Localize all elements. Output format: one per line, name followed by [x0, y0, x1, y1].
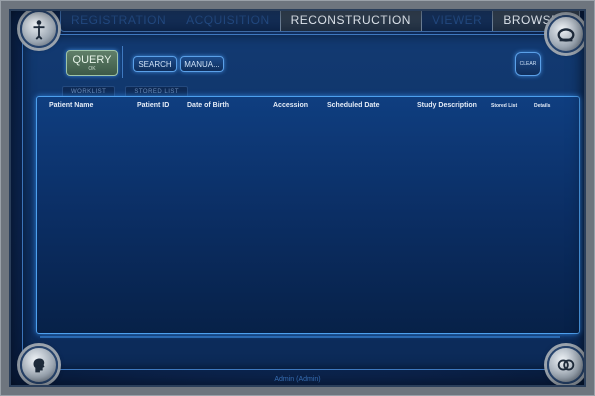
column-patient-name[interactable]: Patient Name — [49, 102, 93, 109]
manual-button[interactable]: MANUA... — [180, 56, 224, 72]
column-details[interactable]: Details — [534, 103, 550, 109]
patient-figure-icon — [33, 20, 45, 40]
column-date-of-birth[interactable]: Date of Birth — [187, 102, 229, 109]
column-patient-id[interactable]: Patient ID — [137, 102, 169, 109]
query-sublabel: OK — [88, 66, 96, 72]
top-navigation: REGISTRATION ACQUISITION RECONSTRUCTION … — [60, 8, 580, 32]
toolbar-divider — [122, 46, 123, 78]
app-window: REGISTRATION ACQUISITION RECONSTRUCTION … — [0, 0, 595, 396]
query-label: QUERY — [72, 54, 112, 66]
link-icon — [557, 359, 575, 371]
tab-reconstruction[interactable]: RECONSTRUCTION — [279, 9, 422, 31]
status-user: Admin (Admin) — [274, 376, 321, 383]
column-stored-list[interactable]: Stored List — [491, 103, 517, 109]
query-toolbar: QUERY OK SEARCH MANUA... CLEAR — [30, 44, 570, 82]
query-button[interactable]: QUERY OK — [66, 50, 118, 76]
column-study-description[interactable]: Study Description — [417, 102, 477, 109]
patient-table: Patient Name Patient ID Date of Birth Ac… — [36, 96, 580, 334]
column-accession[interactable]: Accession — [273, 102, 308, 109]
panel-bottom-edge — [40, 336, 560, 338]
patient-button[interactable] — [20, 10, 58, 48]
head-profile-icon — [33, 358, 45, 373]
tab-acquisition[interactable]: ACQUISITION — [176, 9, 280, 31]
search-button[interactable]: SEARCH — [133, 56, 177, 72]
tab-registration[interactable]: REGISTRATION — [61, 9, 176, 31]
column-scheduled-date[interactable]: Scheduled Date — [327, 102, 380, 109]
eject-icon — [557, 28, 575, 42]
tab-viewer[interactable]: VIEWER — [422, 9, 492, 31]
table-header: Patient Name Patient ID Date of Birth Ac… — [37, 97, 579, 115]
clear-button[interactable]: CLEAR — [515, 52, 541, 76]
